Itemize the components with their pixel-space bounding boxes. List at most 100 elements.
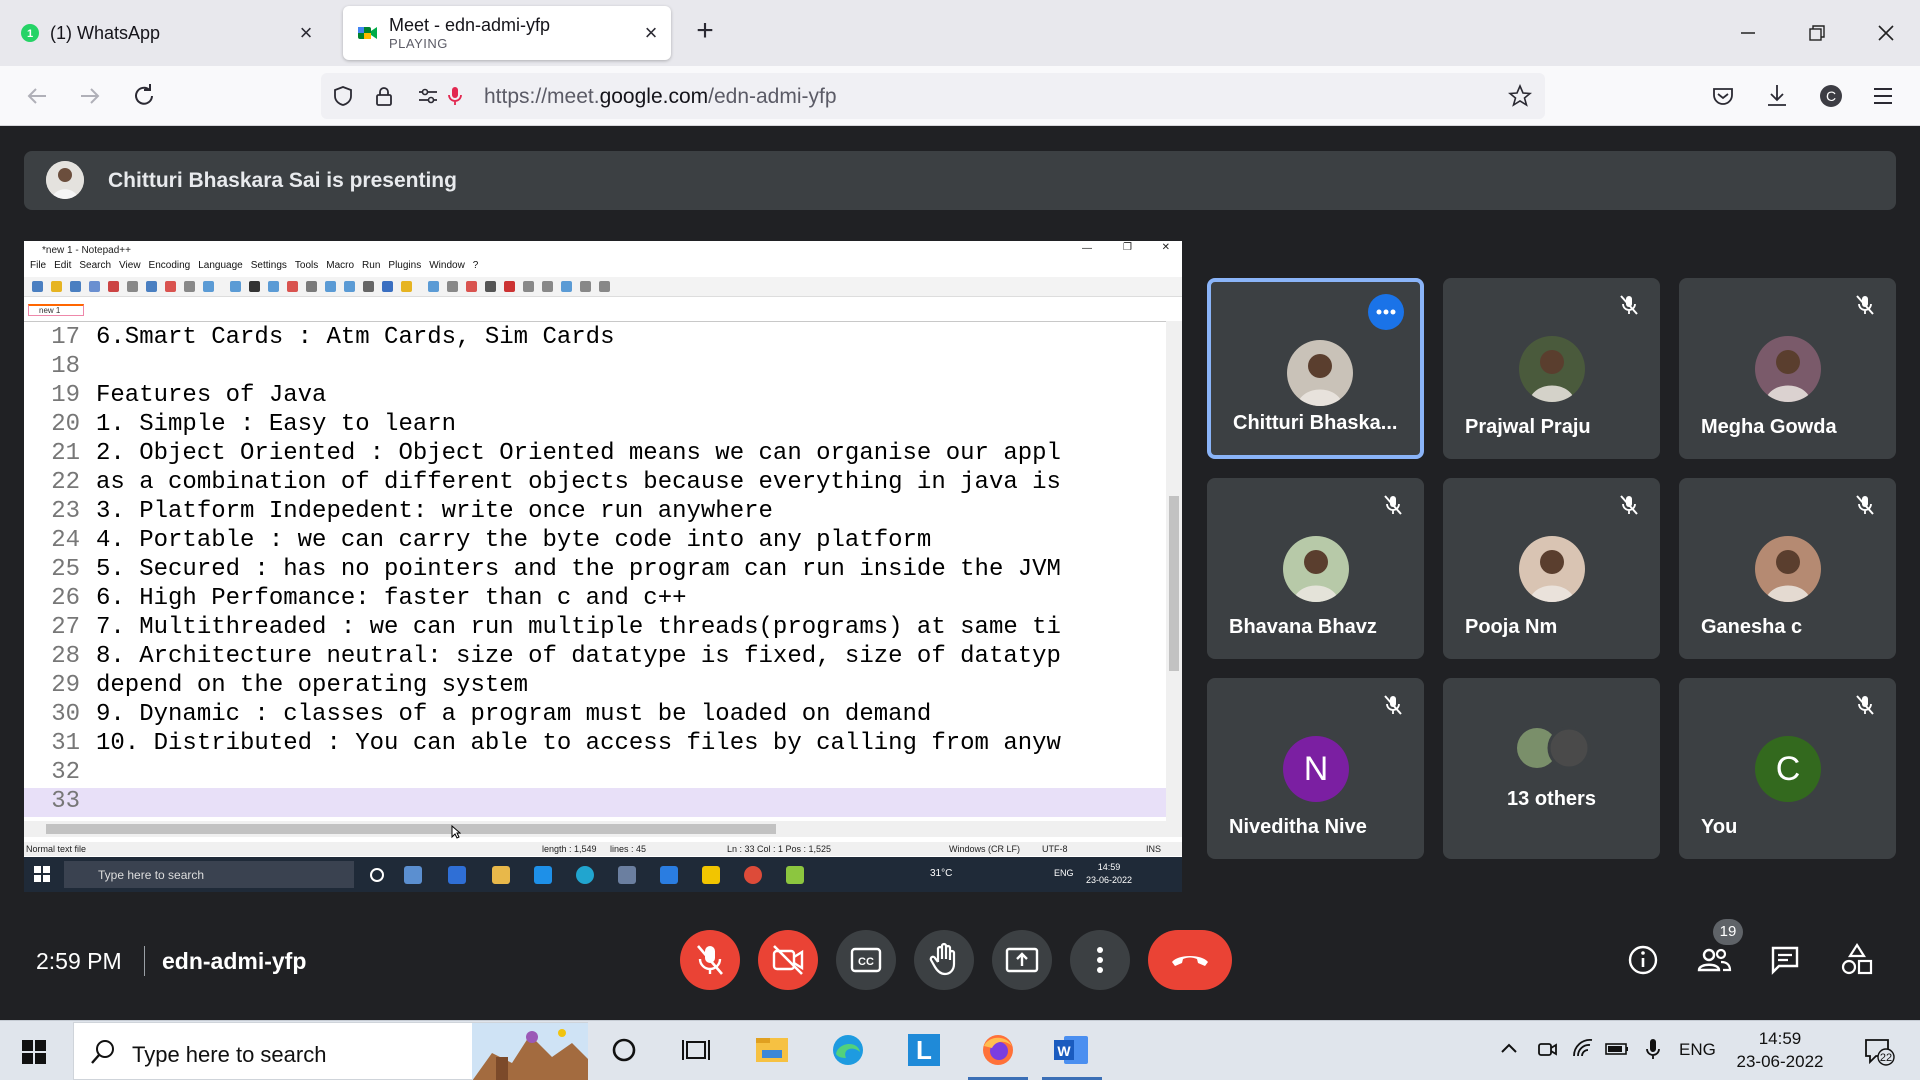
tab-meet[interactable]: Meet - edn-admi-yfp PLAYING × bbox=[343, 6, 671, 60]
participant-tile[interactable]: Chitturi Bhaska... bbox=[1207, 278, 1424, 459]
presenting-banner: Chitturi Bhaskara Sai is presenting bbox=[24, 151, 1896, 210]
notepad-toolbar bbox=[24, 277, 1182, 297]
shield-icon[interactable] bbox=[331, 84, 355, 108]
taskbar-firefox[interactable] bbox=[962, 1020, 1034, 1080]
participant-tile[interactable]: Bhavana Bhavz bbox=[1207, 478, 1424, 659]
notepad-plus-plus-icon bbox=[786, 866, 804, 884]
code-text: 7. Multithreaded : we can run multiple t… bbox=[96, 614, 1061, 641]
line-number: 28 bbox=[51, 643, 80, 670]
chat-button[interactable] bbox=[1765, 940, 1805, 980]
microphone-active-icon[interactable] bbox=[443, 84, 467, 108]
mic-off-icon bbox=[1852, 492, 1878, 518]
permissions-icon[interactable] bbox=[416, 84, 440, 108]
taskbar-word[interactable]: W bbox=[1036, 1020, 1108, 1080]
participant-tile[interactable]: Prajwal Praju bbox=[1443, 278, 1660, 459]
toolbar-icon bbox=[268, 281, 279, 292]
toolbar-icon bbox=[249, 281, 260, 292]
mic-off-icon bbox=[1616, 492, 1642, 518]
windows-start-icon[interactable] bbox=[22, 1040, 46, 1064]
taskbar-file-explorer[interactable] bbox=[736, 1020, 808, 1080]
microphone-off-button[interactable] bbox=[680, 930, 740, 990]
people-button[interactable] bbox=[1694, 940, 1734, 980]
participant-tile[interactable]: Ganesha c bbox=[1679, 478, 1896, 659]
code-line: 21 2. Object Oriented : Object Oriented m… bbox=[24, 440, 1166, 469]
tab-whatsapp[interactable]: 1 (1) WhatsApp × bbox=[6, 6, 326, 60]
wifi-icon[interactable] bbox=[1570, 1036, 1596, 1062]
svg-text:L: L bbox=[916, 1035, 932, 1065]
lock-icon[interactable] bbox=[372, 84, 396, 108]
chevron-up-icon[interactable] bbox=[1496, 1036, 1522, 1062]
line-number: 30 bbox=[51, 701, 80, 728]
tab-playing-label: PLAYING bbox=[389, 36, 448, 51]
code-line: 30 9. Dynamic : classes of a program must… bbox=[24, 701, 1166, 730]
more-vert-icon bbox=[1097, 947, 1103, 973]
leave-call-button[interactable] bbox=[1148, 930, 1232, 990]
minimize-icon[interactable] bbox=[1728, 16, 1768, 50]
toolbar-icon bbox=[32, 281, 43, 292]
new-tab-button[interactable]: + bbox=[692, 16, 718, 46]
taskbar-edge[interactable] bbox=[812, 1020, 884, 1080]
bookmark-star-icon[interactable] bbox=[1508, 84, 1532, 108]
shared-search-box: Type here to search bbox=[64, 861, 354, 888]
windows-taskbar: Type here to search bbox=[0, 1020, 1920, 1080]
taskbar-cortana[interactable] bbox=[588, 1020, 660, 1080]
forward-arrow-icon[interactable] bbox=[73, 79, 107, 113]
notepad-menu-item: ? bbox=[472, 260, 479, 271]
participant-tile[interactable]: N Niveditha Nive bbox=[1207, 678, 1424, 859]
close-icon: ✕ bbox=[1161, 242, 1170, 253]
participant-tile[interactable]: Pooja Nm bbox=[1443, 478, 1660, 659]
code-line: 18 bbox=[24, 353, 1166, 382]
restore-icon: ❐ bbox=[1123, 242, 1132, 253]
microphone-icon[interactable] bbox=[1640, 1036, 1666, 1062]
taskbar-clock[interactable]: 14:59 23-06-2022 bbox=[1730, 1027, 1830, 1073]
meeting-details-button[interactable] bbox=[1623, 940, 1663, 980]
meet-icon bbox=[357, 22, 379, 44]
notepad-menu-item: View bbox=[119, 260, 141, 271]
participant-tile[interactable]: 13 others bbox=[1443, 678, 1660, 859]
mic-off-icon bbox=[1852, 692, 1878, 718]
participant-name: Niveditha Nive bbox=[1229, 816, 1367, 838]
url-bar[interactable]: https://meet.google.com/edn-admi-yfp bbox=[321, 73, 1545, 119]
language-indicator[interactable]: ENG bbox=[1679, 1040, 1716, 1060]
close-tab-icon[interactable]: × bbox=[296, 22, 316, 44]
more-options-button[interactable] bbox=[1070, 930, 1130, 990]
status-position: Ln : 33 Col : 1 Pos : 1,525 bbox=[727, 844, 832, 854]
url-text[interactable]: https://meet.google.com/edn-admi-yfp bbox=[484, 85, 837, 109]
close-tab-icon[interactable]: × bbox=[641, 22, 661, 44]
raise-hand-button[interactable] bbox=[914, 930, 974, 990]
camera-off-button[interactable] bbox=[758, 930, 818, 990]
reload-icon[interactable] bbox=[127, 79, 161, 113]
more-options-icon[interactable] bbox=[1368, 294, 1404, 330]
downloads-icon[interactable] bbox=[1760, 79, 1794, 113]
file-explorer-icon bbox=[492, 866, 510, 884]
taskbar-task-view[interactable] bbox=[660, 1020, 732, 1080]
search-icon bbox=[90, 1038, 118, 1066]
notification-center-icon[interactable]: 22 bbox=[1862, 1036, 1896, 1066]
battery-icon[interactable] bbox=[1604, 1036, 1630, 1062]
close-window-icon[interactable] bbox=[1866, 16, 1906, 50]
taskbar-l-app[interactable]: L bbox=[888, 1020, 960, 1080]
status-length: length : 1,549 bbox=[542, 844, 597, 854]
activities-button[interactable] bbox=[1837, 940, 1877, 980]
pocket-icon[interactable] bbox=[1706, 79, 1740, 113]
restore-icon[interactable] bbox=[1796, 16, 1836, 50]
shared-screen: *new 1 - Notepad++ — ❐ ✕ File Edit Search V… bbox=[24, 241, 1182, 892]
participant-tile[interactable]: Megha Gowda bbox=[1679, 278, 1896, 459]
taskbar-search-box[interactable]: Type here to search bbox=[73, 1022, 588, 1080]
meet-now-icon[interactable] bbox=[1534, 1036, 1560, 1062]
account-avatar[interactable]: C bbox=[1814, 79, 1848, 113]
hamburger-menu-icon[interactable] bbox=[1866, 79, 1900, 113]
present-screen-button[interactable] bbox=[992, 930, 1052, 990]
line-number: 19 bbox=[51, 382, 80, 409]
vertical-scrollbar bbox=[1166, 321, 1182, 823]
back-arrow-icon[interactable] bbox=[20, 79, 54, 113]
toolbar-icon bbox=[466, 281, 477, 292]
toolbar-icon bbox=[523, 281, 534, 292]
toolbar-icon bbox=[89, 281, 100, 292]
captions-button[interactable]: CC bbox=[836, 930, 896, 990]
svg-text:CC: CC bbox=[858, 956, 874, 968]
participant-tile[interactable]: C You bbox=[1679, 678, 1896, 859]
toolbar-icon bbox=[127, 281, 138, 292]
camera-off-icon bbox=[772, 945, 804, 975]
line-number: 33 bbox=[51, 788, 80, 815]
